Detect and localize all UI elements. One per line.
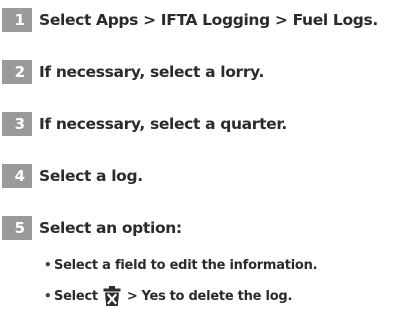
step-4: 4 Select a log. (2, 163, 143, 189)
step-text: If necessary, select a lorry. (39, 63, 264, 81)
step-number: 2 (2, 60, 32, 84)
trash-delete-icon (102, 285, 122, 307)
option-delete-suffix: to delete the log. (169, 288, 293, 304)
step-text: Select a log. (39, 167, 143, 185)
step-number: 1 (2, 8, 32, 32)
option-delete-prefix: Select (54, 288, 98, 304)
option-delete-yes: Yes (141, 288, 166, 304)
option-delete: • Select > Yes to delete the log. (44, 284, 292, 308)
step-number: 3 (2, 112, 32, 136)
step-text: Select an option: (39, 219, 182, 237)
bullet-dot: • (44, 258, 52, 272)
bullet-dot: • (44, 289, 52, 303)
step-number: 4 (2, 164, 32, 188)
step-text: Select Apps > IFTA Logging > Fuel Logs. (39, 11, 378, 29)
instruction-page: 1 Select Apps > IFTA Logging > Fuel Logs… (0, 0, 414, 324)
option-delete-separator: > (126, 288, 138, 304)
step-1: 1 Select Apps > IFTA Logging > Fuel Logs… (2, 7, 378, 33)
step-5: 5 Select an option: (2, 215, 182, 241)
step-text: If necessary, select a quarter. (39, 115, 287, 133)
step-2: 2 If necessary, select a lorry. (2, 59, 264, 85)
step-number: 5 (2, 216, 32, 240)
option-edit-text: Select a field to edit the information. (54, 257, 318, 273)
step-3: 3 If necessary, select a quarter. (2, 111, 287, 137)
option-edit: • Select a field to edit the information… (44, 253, 318, 277)
